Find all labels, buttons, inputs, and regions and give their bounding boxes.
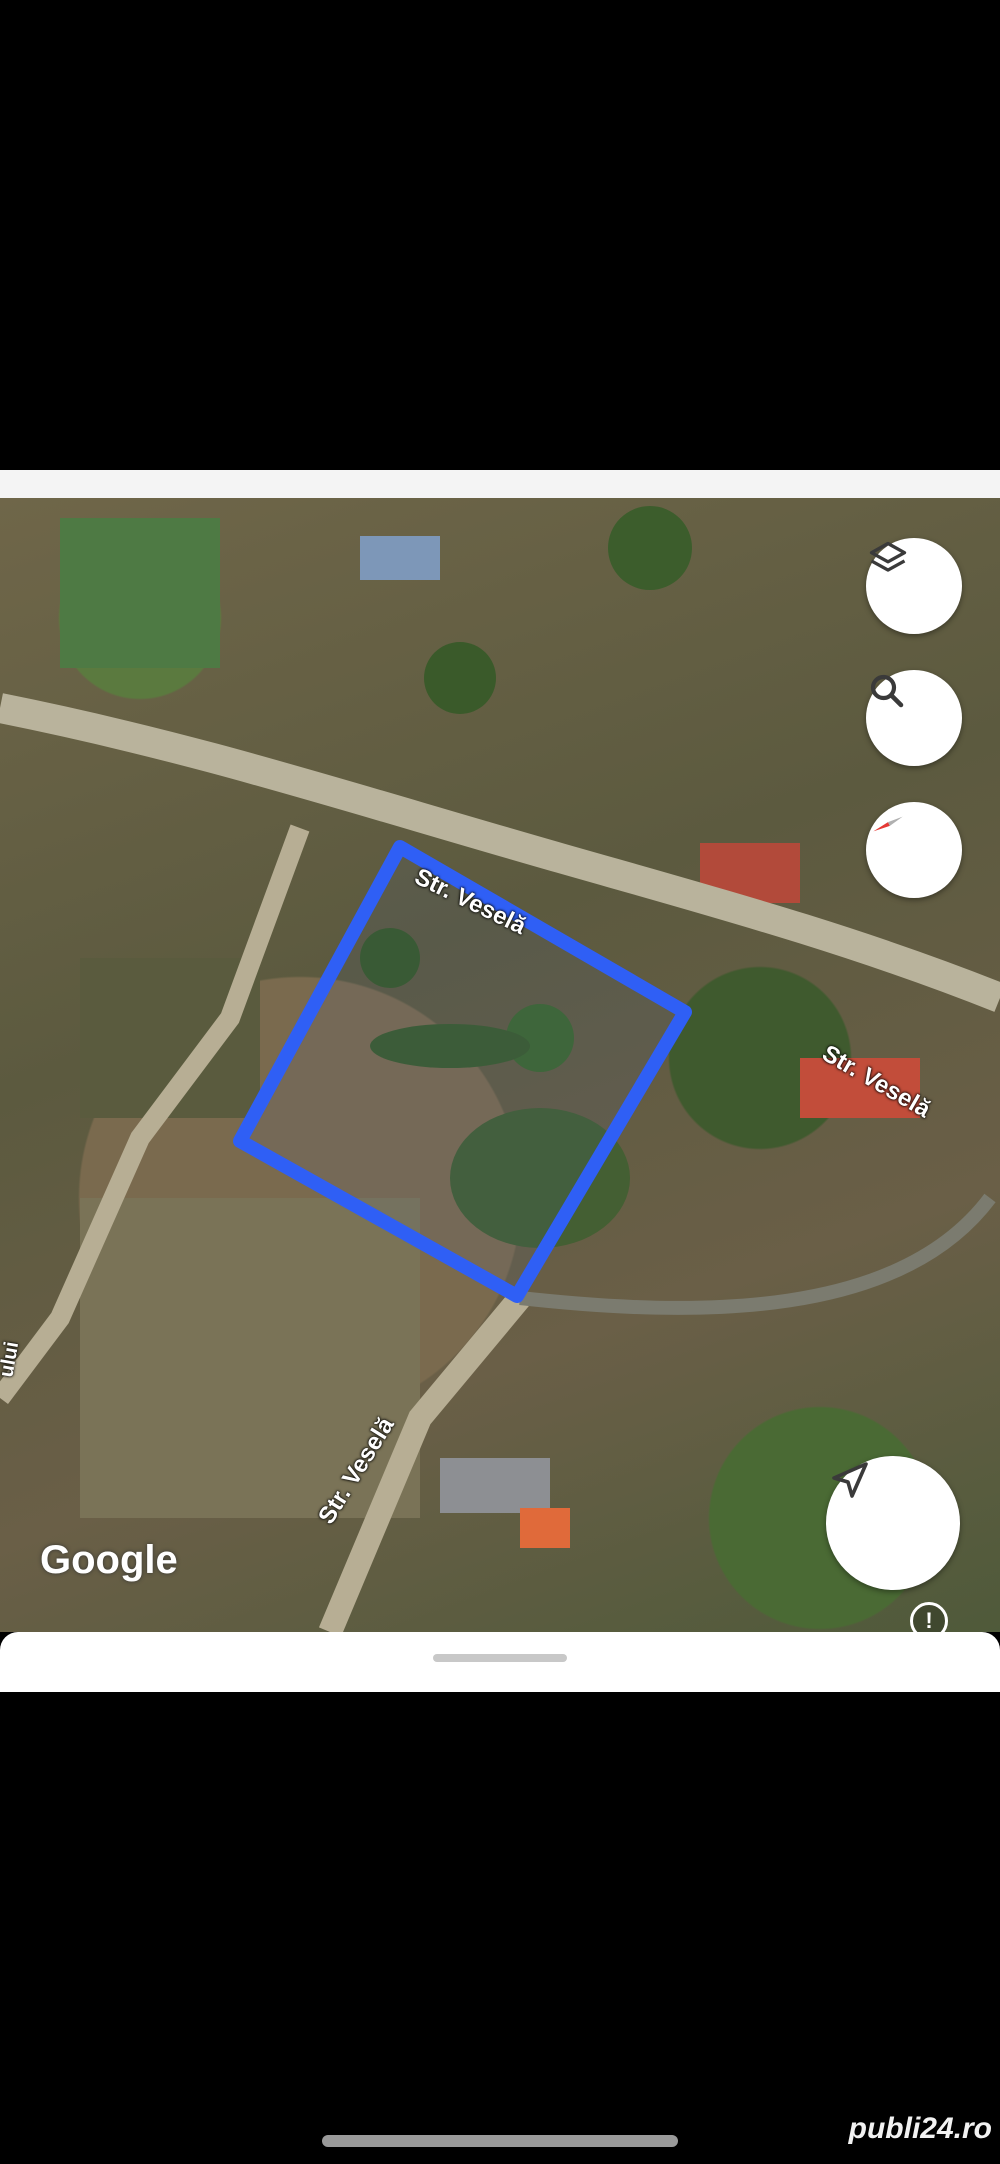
sheet-drag-handle[interactable]: [433, 1654, 567, 1662]
building-roof: [440, 1458, 550, 1513]
compass-button[interactable]: [866, 802, 962, 898]
tree: [608, 506, 692, 590]
compass-icon: [873, 816, 903, 832]
map-top-edge: [0, 470, 1000, 498]
tree: [424, 642, 496, 714]
my-location-button[interactable]: [826, 1456, 960, 1590]
satellite-map[interactable]: Str. Veselă Str. Veselă Str. Veselă ului…: [0, 498, 1000, 1632]
google-logo: Google: [40, 1538, 178, 1582]
building-roof: [520, 1508, 570, 1548]
bottom-letterbox: [0, 1692, 1000, 2164]
search-icon: [870, 674, 904, 708]
top-letterbox: [0, 0, 1000, 470]
layers-icon: [869, 541, 907, 572]
home-indicator[interactable]: [322, 2135, 678, 2147]
watermark: publi24.ro: [848, 2112, 992, 2145]
green-field: [60, 518, 220, 668]
building-roof: [360, 536, 440, 580]
layers-button[interactable]: [866, 538, 962, 634]
bottom-sheet[interactable]: [0, 1632, 1000, 1692]
search-button[interactable]: [866, 670, 962, 766]
navigation-arrow-icon: [832, 1462, 868, 1498]
